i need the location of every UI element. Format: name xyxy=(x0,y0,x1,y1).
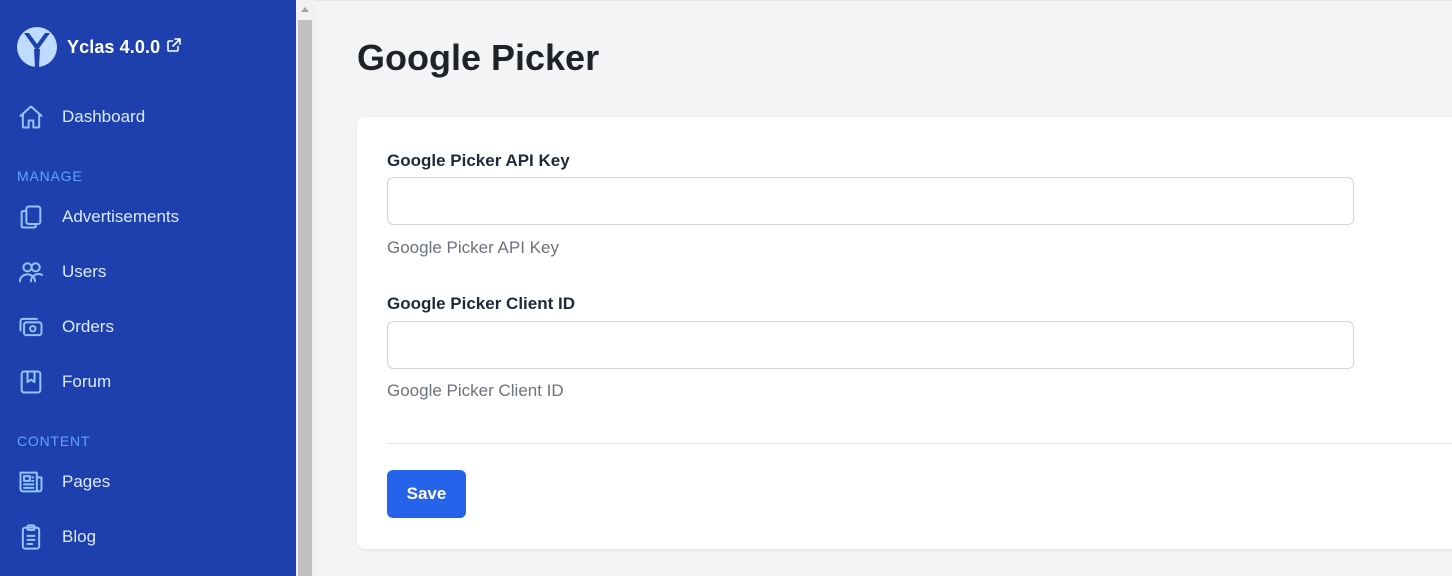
sidebar-item-advertisements[interactable]: Advertisements xyxy=(17,200,179,234)
save-button[interactable]: Save xyxy=(387,470,466,518)
cash-icon xyxy=(19,317,43,337)
sidebar-item-blog[interactable]: Blog xyxy=(17,520,96,554)
yclas-logo-icon xyxy=(17,27,57,67)
sidebar-item-label: Dashboard xyxy=(62,107,146,126)
sidebar-item-label: Blog xyxy=(62,527,97,546)
newspaper-icon xyxy=(19,471,43,493)
main-content: Google Picker Google Picker API Key Goog… xyxy=(315,0,1452,576)
sidebar-item-label: Pages xyxy=(62,472,111,491)
page-title: Google Picker xyxy=(357,37,600,78)
client-id-help: Google Picker Client ID xyxy=(387,381,564,400)
sidebar-item-orders[interactable]: Orders xyxy=(17,310,114,344)
client-id-input[interactable] xyxy=(387,321,1354,369)
sidebar-item-label: Forum xyxy=(62,372,112,391)
scrollbar-thumb[interactable] xyxy=(298,20,312,576)
api-key-label: Google Picker API Key xyxy=(387,151,570,170)
sidebar-item-pages[interactable]: Pages xyxy=(17,465,110,499)
sidebar: Yclas 4.0.0 Dashboard MANAGE Advertiseme… xyxy=(0,0,296,576)
external-link-icon[interactable] xyxy=(166,37,182,53)
copy-icon xyxy=(20,205,42,229)
bookmark-icon xyxy=(20,370,42,394)
sidebar-item-label: Orders xyxy=(62,317,114,336)
section-title-manage: MANAGE xyxy=(17,168,83,184)
form-divider xyxy=(387,443,1452,444)
settings-form-card: Google Picker API Key Google Picker API … xyxy=(357,117,1452,549)
sidebar-item-users[interactable]: Users xyxy=(17,255,106,289)
app-name: Yclas 4.0.0 xyxy=(67,36,161,57)
users-icon xyxy=(18,262,44,283)
api-key-help: Google Picker API Key xyxy=(387,238,559,257)
brand[interactable]: Yclas 4.0.0 xyxy=(17,27,182,67)
clipboard-icon xyxy=(21,524,41,550)
sidebar-item-forum[interactable]: Forum xyxy=(17,365,111,399)
section-title-content: CONTENT xyxy=(17,433,91,449)
sidebar-scrollbar[interactable] xyxy=(296,0,315,576)
client-id-label: Google Picker Client ID xyxy=(387,294,575,313)
sidebar-item-label: Users xyxy=(62,262,107,281)
sidebar-item-dashboard[interactable]: Dashboard xyxy=(17,100,145,134)
scroll-up-arrow-icon[interactable] xyxy=(301,7,309,12)
home-icon xyxy=(19,105,43,129)
sidebar-item-label: Advertisements xyxy=(62,207,180,226)
api-key-input[interactable] xyxy=(387,177,1354,225)
